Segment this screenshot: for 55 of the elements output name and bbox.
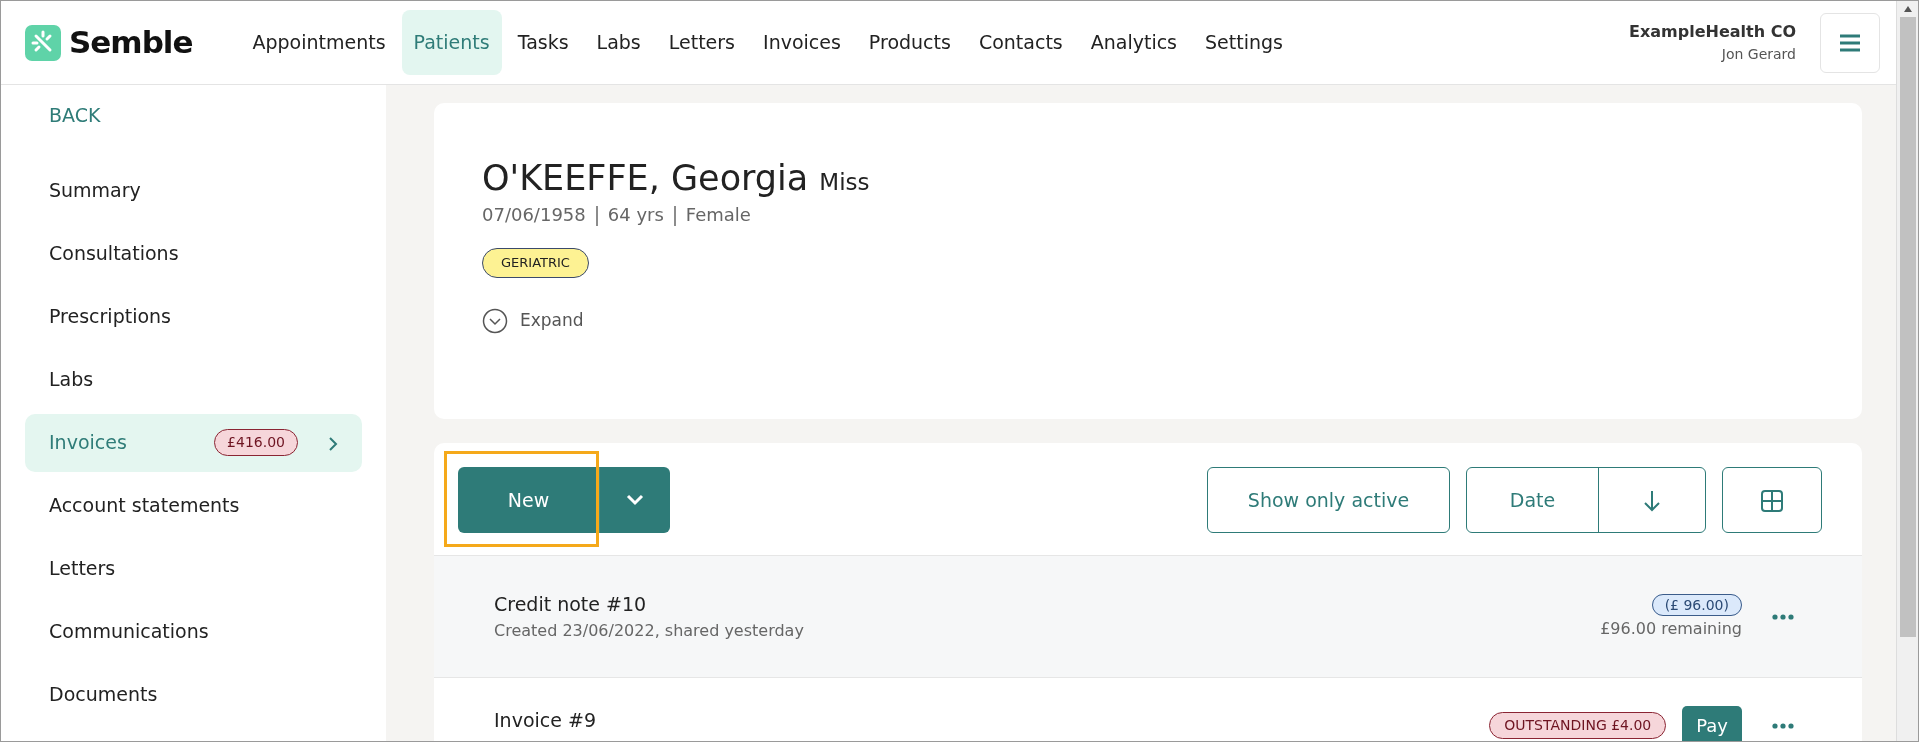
more-icon	[1772, 613, 1794, 620]
logo-icon	[25, 24, 61, 61]
chevron-right-icon	[328, 435, 338, 452]
sidebar-item[interactable]: Documents	[25, 665, 362, 724]
pay-button[interactable]: Pay	[1682, 706, 1742, 741]
invoice-title: Credit note #10	[494, 592, 648, 618]
nav-tab[interactable]: Patients	[401, 10, 502, 75]
nav-tab[interactable]: Tasks	[505, 10, 581, 75]
amount-badge: £416.00	[214, 429, 298, 456]
sidebar-item[interactable]: Summary	[25, 161, 362, 220]
menu-button[interactable]	[1820, 12, 1880, 73]
nav-tab[interactable]: Invoices	[751, 10, 853, 75]
nav-tab[interactable]: Letters	[656, 10, 748, 75]
invoice-title: Invoice #9	[494, 708, 596, 733]
patient-detail: Female	[685, 203, 751, 227]
scrollbar[interactable]	[1896, 1, 1918, 741]
patient-tag: GERIATRIC	[482, 248, 589, 278]
sidebar-item[interactable]: Letters	[25, 539, 362, 598]
sort-field-button[interactable]: Date	[1467, 468, 1599, 532]
sidebar-item[interactable]: Labs	[25, 350, 362, 409]
patient-name: O'KEEFFE, Georgia Miss	[482, 157, 871, 199]
credit-amount-badge: (£ 96.00)	[1651, 593, 1742, 616]
nav-tab[interactable]: Labs	[584, 10, 653, 75]
sidebar-item[interactable]: Consultations	[25, 224, 362, 283]
filter-button[interactable]: Show only active	[1207, 467, 1450, 533]
organisation-name: ExampleHealth CO	[1629, 21, 1796, 43]
sidebar-item[interactable]: Prescriptions	[25, 287, 362, 346]
chevron-circle-icon	[482, 307, 508, 334]
nav-tab[interactable]: Appointments	[240, 10, 398, 75]
scroll-up-icon[interactable]	[1902, 5, 1913, 13]
remaining-amount: £96.00 remaining	[1600, 617, 1742, 640]
patient-detail: 07/06/1958	[482, 203, 586, 227]
brand-name: Semble	[69, 23, 193, 63]
nav-tab[interactable]: Analytics	[1078, 10, 1189, 75]
sidebar-item[interactable]: Account statements	[25, 476, 362, 535]
back-link[interactable]: BACK	[25, 101, 125, 130]
menu-icon	[1839, 33, 1861, 52]
nav-tab[interactable]: Contacts	[966, 10, 1075, 75]
new-button[interactable]: New	[458, 467, 599, 533]
invoice-subtitle: Created 23/06/2022, shared yesterday	[494, 619, 804, 642]
grid-icon	[1761, 490, 1783, 513]
patient-detail: 64 yrs	[607, 203, 664, 227]
nav-tab[interactable]: Products	[856, 10, 963, 75]
sidebar-item[interactable]: Communications	[25, 602, 362, 661]
vertical-divider	[595, 205, 598, 227]
expand-toggle[interactable]: Expand	[482, 307, 1814, 334]
more-icon	[1772, 722, 1794, 729]
arrow-down-icon	[1643, 490, 1661, 513]
user-name: Jon Gerard	[1720, 45, 1796, 64]
nav-tab[interactable]: Settings	[1193, 10, 1295, 75]
status-badge: OUTSTANDING £4.00	[1489, 712, 1667, 739]
chevron-down-icon	[626, 494, 644, 506]
vertical-divider	[673, 205, 676, 227]
layout-button[interactable]	[1722, 467, 1822, 533]
sidebar-item[interactable]: Invoices £416.00	[25, 413, 362, 472]
